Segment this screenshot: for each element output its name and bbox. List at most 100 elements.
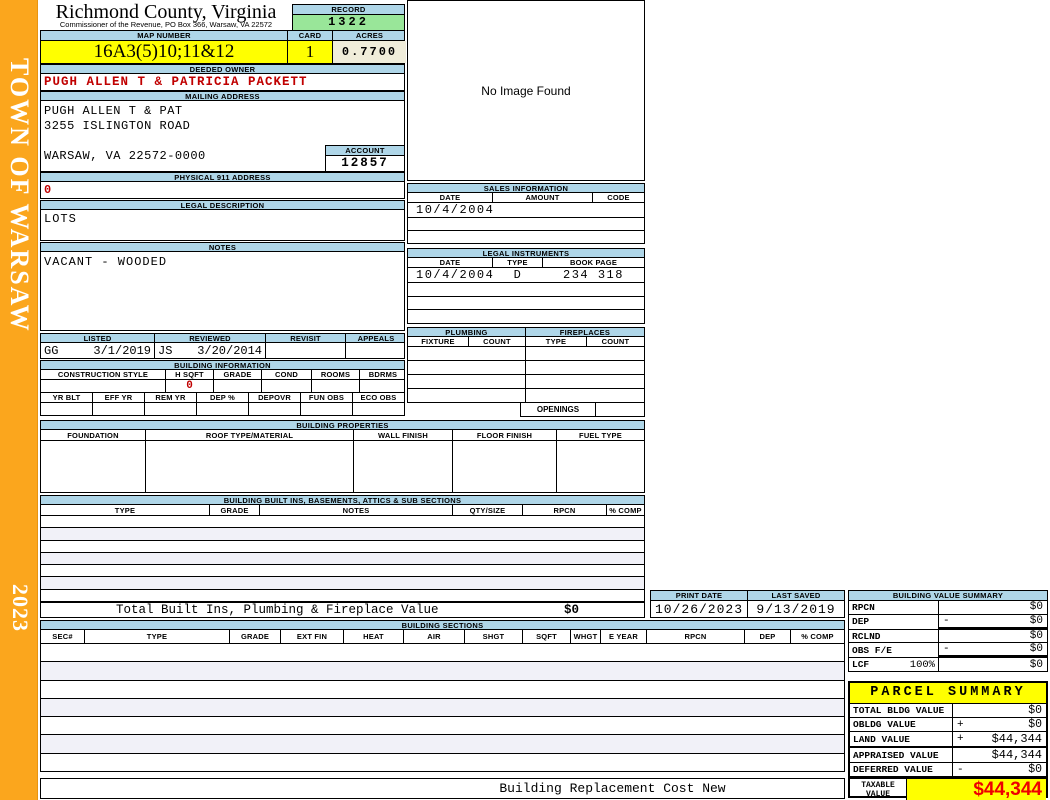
deppct-value	[197, 403, 249, 415]
building-section-row	[41, 681, 844, 699]
parcel-summary-title: PARCEL SUMMARY	[850, 683, 1046, 704]
effyr-label: EFF YR	[93, 393, 145, 402]
listed-by: GG	[44, 343, 59, 358]
built-ins-row	[41, 552, 644, 566]
built-ins-rows	[40, 516, 645, 602]
parcel-summary: PARCEL SUMMARY TOTAL BLDG VALUE $0 OBLDG…	[848, 681, 1048, 800]
parcel-row: DEFERRED VALUE - $0	[850, 763, 1046, 777]
print-date-value: 10/26/2023	[651, 601, 748, 617]
bvs-rpcn-label: RPCN	[852, 601, 875, 613]
roof-type-value	[146, 441, 354, 492]
bvs-row: OBS F/E - $0	[849, 643, 1047, 659]
sales-rows: 10/4/2004	[407, 203, 645, 244]
building-info-header2: YR BLT EFF YR REM YR DEP % DEPOVR FUN OB…	[40, 393, 405, 403]
li-type-label: TYPE	[493, 258, 543, 267]
sec-grade-label: GRADE	[230, 630, 281, 643]
sec-num-label: SEC#	[41, 630, 85, 643]
plumbing-count-label: COUNT	[483, 337, 511, 346]
bvs-rpcn-value: $0	[1029, 601, 1043, 614]
total-bldg-value: $0	[1028, 704, 1042, 717]
built-ins-total-row: Total Built Ins, Plumbing & Fireplace Va…	[40, 602, 645, 618]
notes-value: VACANT - WOODED	[40, 252, 405, 331]
no-image-text: No Image Found	[481, 83, 571, 98]
built-ins-row	[41, 528, 644, 541]
bvs-rclnd-value: $0	[1029, 630, 1043, 642]
openings-value	[596, 403, 645, 417]
physical-address-label: PHYSICAL 911 ADDRESS	[40, 172, 405, 182]
legal-instrument-row	[408, 297, 644, 311]
legal-instrument-row: 10/4/2004 D 234 318	[408, 268, 644, 283]
fireplace-count-label: COUNT	[601, 337, 630, 346]
deppct-label: DEP %	[197, 393, 249, 402]
building-sections-rows	[40, 644, 845, 772]
bi-notes-label: NOTES	[260, 505, 453, 515]
map-number-value: 16A3(5)10;11&12	[41, 41, 288, 63]
sec-air-label: AIR	[404, 630, 465, 643]
legal-instruments-rows: 10/4/2004 D 234 318	[407, 268, 645, 324]
parcel-op: +	[957, 733, 964, 745]
bvs-row: LCF 100% $0	[849, 658, 1047, 672]
commissioner-line: Commissioner of the Revenue, PO Box 366,…	[59, 20, 273, 29]
notes-label: NOTES	[40, 242, 405, 252]
mailing-address-label: MAILING ADDRESS	[40, 91, 405, 101]
mailing-line: PUGH ALLEN T & PAT	[44, 104, 183, 118]
building-information-title: BUILDING INFORMATION	[40, 360, 405, 370]
parcel-op: -	[957, 763, 964, 776]
appraised-label: APPRAISED VALUE	[853, 749, 939, 761]
cond-label: COND	[262, 370, 312, 379]
bvs-row: DEP - $0	[849, 614, 1047, 630]
openings-label: OPENINGS	[520, 403, 596, 417]
fireplaces-rows	[526, 347, 645, 403]
foundation-label: FOUNDATION	[41, 430, 146, 440]
li-date-value: 10/4/2004	[416, 268, 495, 282]
sales-row	[408, 231, 644, 243]
parcel-op: +	[957, 718, 964, 731]
reviewed-value: JS 3/20/2014	[155, 343, 266, 358]
fuel-type-label: FUEL TYPE	[579, 430, 622, 440]
taxable-value: $44,344	[973, 779, 1042, 800]
review-header-row: LISTED REVIEWED REVISIT APPEALS	[40, 333, 405, 343]
reviewed-label: REVIEWED	[155, 334, 266, 343]
li-date-label: DATE	[408, 258, 493, 267]
land-value: $44,344	[991, 732, 1042, 746]
account-value: 12857	[325, 156, 405, 172]
built-ins-row	[41, 577, 644, 590]
building-info-values1: 0	[40, 380, 405, 393]
built-ins-total-label: Total Built Ins, Plumbing & Fireplace Va…	[116, 603, 439, 617]
effyr-value	[93, 403, 145, 415]
bvs-obsfe-value: $0	[1029, 643, 1043, 656]
fireplaces-header: TYPE COUNT	[526, 337, 645, 347]
record-label: RECORD	[292, 4, 405, 15]
grade-label: GRADE	[214, 370, 262, 379]
appraised-value: $44,344	[991, 748, 1042, 762]
appeals-value	[346, 343, 406, 358]
sales-code-label: CODE	[607, 193, 630, 202]
ecoobs-label: ECO OBS	[360, 393, 397, 402]
building-properties-values	[40, 441, 645, 493]
built-ins-header: TYPE GRADE NOTES QTY/SIZE RPCN % COMP	[40, 505, 645, 516]
hsqft-value: 0	[166, 380, 214, 392]
remyr-value	[145, 403, 197, 415]
property-image-panel: No Image Found	[407, 0, 645, 181]
bvs-row: RPCN $0	[849, 601, 1047, 615]
fireplaces-table: FIREPLACES TYPE COUNT	[526, 327, 645, 403]
last-saved-value: 9/13/2019	[756, 601, 836, 617]
replacement-cost-label: Building Replacement Cost New	[499, 781, 726, 796]
map-value-row: 16A3(5)10;11&12 1 0.7700	[40, 41, 406, 64]
bi-rpcn-label: RPCN	[523, 505, 607, 515]
replacement-cost-row: Building Replacement Cost New	[40, 778, 845, 799]
plumbing-table: PLUMBING FIXTURE COUNT	[407, 327, 526, 403]
reviewed-by: JS	[158, 343, 173, 358]
bvs-rclnd-label: RCLND	[852, 630, 881, 642]
rooms-label: ROOMS	[312, 370, 360, 379]
li-bookpage-value: 234 318	[563, 268, 624, 282]
building-section-row	[41, 717, 844, 736]
sec-extfin-label: EXT FIN	[281, 630, 344, 643]
floor-finish-label: FLOOR FINISH	[453, 430, 557, 440]
plumbing-title: PLUMBING	[407, 327, 526, 337]
listed-label: LISTED	[41, 334, 155, 343]
wall-finish-label: WALL FINISH	[354, 430, 453, 440]
building-properties-title: BUILDING PROPERTIES	[40, 420, 645, 430]
sec-shgt-label: SHGT	[465, 630, 523, 643]
map-number-label: MAP NUMBER	[41, 31, 288, 40]
